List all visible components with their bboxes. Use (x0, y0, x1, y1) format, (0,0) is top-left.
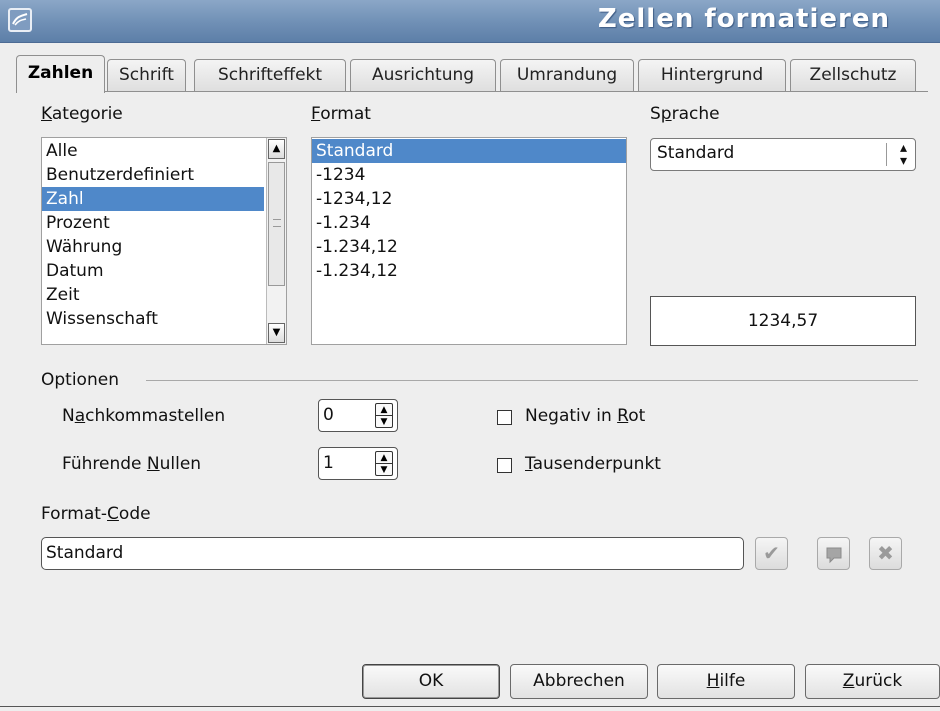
kategorie-label: Kategorie (41, 104, 123, 124)
tab-schrift[interactable]: Schrift (107, 59, 186, 92)
nullen-label: Führende Nullen (62, 454, 202, 474)
tab-umrandung[interactable]: Umrandung (500, 59, 634, 92)
format-code-label: Format-Code (41, 504, 151, 524)
format-code-input[interactable]: Standard (41, 537, 744, 570)
list-item[interactable]: Wissenschaft (42, 307, 286, 331)
tab-zellschutz[interactable]: Zellschutz (790, 59, 916, 92)
list-item[interactable]: Währung (42, 235, 286, 259)
back-button[interactable]: Zurück (805, 664, 940, 699)
list-item[interactable]: Zeit (42, 283, 286, 307)
tab-zahlen[interactable]: Zahlen (16, 55, 105, 93)
spin-up-icon[interactable]: ▲ (376, 452, 392, 464)
kategorie-list[interactable]: Alle Benutzerdefiniert Zahl Prozent Währ… (41, 137, 287, 345)
help-button[interactable]: Hilfe (657, 664, 795, 699)
nullen-value: 1 (323, 453, 334, 473)
sprache-label: Sprache (650, 104, 720, 124)
list-item[interactable]: Benutzerdefiniert (42, 163, 286, 187)
nachkomma-value: 0 (323, 405, 334, 425)
comment-icon[interactable] (817, 537, 850, 570)
format-items: Standard -1234 -1234,12 -1.234 -1.234,12… (312, 138, 626, 283)
kategorie-items: Alle Benutzerdefiniert Zahl Prozent Währ… (42, 138, 286, 331)
tab-ausrichtung[interactable]: Ausrichtung (350, 59, 496, 92)
office-app-icon[interactable] (8, 8, 32, 32)
list-item[interactable]: Prozent (42, 211, 286, 235)
sprache-dropdown[interactable]: Standard ▴ ▾ (650, 138, 916, 171)
tab-divider (16, 91, 928, 92)
cancel-button[interactable]: Abbrechen (510, 664, 648, 699)
negativ-label[interactable]: Negativ in Rot (525, 406, 645, 426)
list-item[interactable]: Alle (42, 139, 286, 163)
tab-hintergrund[interactable]: Hintergrund (638, 59, 786, 92)
format-preview: 1234,57 (650, 296, 916, 346)
list-item-selected[interactable]: Standard (312, 139, 626, 163)
spin-buttons: ▲ ▼ (375, 403, 393, 428)
spin-buttons: ▲ ▼ (375, 451, 393, 476)
list-item[interactable]: -1.234,12 (312, 259, 626, 283)
optionen-label: Optionen (41, 370, 119, 390)
title-bar: Zellen formatieren (0, 0, 940, 43)
kategorie-scrollbar[interactable]: ▲ ▼ (266, 138, 286, 344)
spin-down-icon[interactable]: ▼ (376, 464, 392, 476)
scrollbar-thumb[interactable] (268, 162, 285, 286)
checkmark-icon[interactable]: ✔ (755, 537, 788, 570)
nullen-stepper[interactable]: 1 ▲ ▼ (318, 447, 398, 480)
arrow-up-icon[interactable]: ▲ (268, 139, 285, 159)
format-label: Format (311, 104, 371, 124)
arrow-down-icon[interactable]: ▼ (268, 323, 285, 343)
list-item[interactable]: Datum (42, 259, 286, 283)
tausender-checkbox[interactable] (497, 458, 512, 473)
dropdown-separator (886, 143, 887, 166)
spin-up-icon[interactable]: ▲ (376, 404, 392, 416)
format-code-value: Standard (46, 543, 124, 563)
nachkomma-stepper[interactable]: 0 ▲ ▼ (318, 399, 398, 432)
tab-schrifteffekt[interactable]: Schrifteffekt (194, 59, 346, 92)
nachkomma-label: Nachkommastellen (62, 406, 226, 426)
updown-arrow-icon: ▴ ▾ (899, 140, 907, 169)
list-item[interactable]: -1.234 (312, 211, 626, 235)
negativ-checkbox[interactable] (497, 410, 512, 425)
format-list[interactable]: Standard -1234 -1234,12 -1.234 -1.234,12… (311, 137, 627, 345)
ok-button[interactable]: OK (362, 664, 500, 699)
spin-down-icon[interactable]: ▼ (376, 416, 392, 428)
tausender-label[interactable]: Tausenderpunkt (525, 454, 661, 474)
list-item[interactable]: -1234 (312, 163, 626, 187)
sprache-value: Standard (657, 143, 735, 163)
window-title: Zellen formatieren (597, 4, 890, 34)
delete-x-icon[interactable]: ✖ (869, 537, 902, 570)
grip-icon (273, 219, 281, 227)
list-item[interactable]: -1.234,12 (312, 235, 626, 259)
window-bottom-border (0, 706, 940, 707)
optionen-divider (146, 380, 918, 381)
list-item-selected[interactable]: Zahl (42, 187, 264, 211)
list-item[interactable]: -1234,12 (312, 187, 626, 211)
